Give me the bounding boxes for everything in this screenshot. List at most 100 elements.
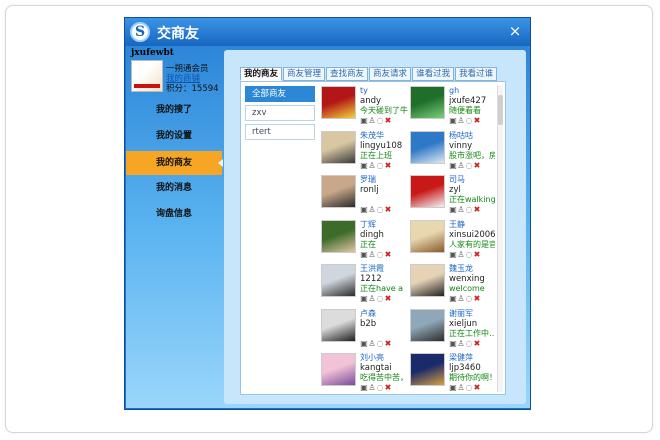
friend-display-name[interactable]: 罗瑞 — [360, 175, 410, 185]
chat-icon[interactable]: ◌ — [465, 383, 473, 391]
lock-icon[interactable]: ♙ — [457, 116, 465, 126]
lock-icon[interactable]: ♙ — [457, 383, 465, 391]
delete-icon[interactable]: ✖ — [473, 116, 481, 126]
save-icon[interactable]: ▣ — [449, 250, 457, 260]
delete-icon[interactable]: ✖ — [473, 250, 481, 260]
delete-icon[interactable]: ✖ — [384, 205, 392, 215]
friend-card[interactable]: 魏玉龙 wenxing welcome ▣♙◌✖ — [410, 264, 495, 309]
chat-icon[interactable]: ◌ — [465, 250, 473, 260]
delete-icon[interactable]: ✖ — [473, 205, 481, 215]
friend-photo[interactable] — [321, 219, 356, 253]
friend-display-name[interactable]: 王静 — [449, 220, 495, 230]
nav-item-my-search[interactable]: 我的搜了 — [126, 98, 222, 122]
tab-friend-management[interactable]: 商友管理 — [283, 67, 326, 81]
save-icon[interactable]: ▣ — [449, 161, 457, 171]
friend-card[interactable]: 谢丽军 xieljun 正在工作中… ▣♙◌✖ — [410, 308, 495, 354]
friend-display-name[interactable]: gh — [449, 86, 495, 96]
delete-icon[interactable]: ✖ — [473, 339, 481, 349]
friend-display-name[interactable]: ty — [360, 86, 410, 96]
nav-item-my-messages[interactable]: 我的消息 — [126, 176, 222, 200]
delete-icon[interactable]: ✖ — [384, 294, 392, 304]
save-icon[interactable]: ▣ — [360, 339, 368, 349]
friend-display-name[interactable]: 杨咕咕 — [449, 131, 495, 141]
tab-find-friends[interactable]: 查找商友 — [326, 67, 369, 81]
friend-photo[interactable] — [321, 353, 356, 386]
tab-my-friends[interactable]: 我的商友 — [240, 67, 283, 81]
lock-icon[interactable]: ♙ — [457, 161, 465, 171]
chat-icon[interactable]: ◌ — [376, 116, 384, 126]
friend-card[interactable]: 刘小亮 kangtai 吃得苦中苦， ▣♙◌✖ — [321, 353, 409, 391]
friend-card[interactable]: gh jxufe427 随便看看 ▣♙◌✖ — [410, 86, 495, 131]
friend-display-name[interactable]: 刘小亮 — [360, 353, 410, 363]
friend-display-name[interactable]: 梁健萍 — [449, 353, 495, 363]
tab-who-i-viewed[interactable]: 我看过谁 — [455, 67, 498, 81]
friend-photo[interactable] — [410, 264, 445, 297]
lock-icon[interactable]: ♙ — [457, 294, 465, 304]
nav-item-my-friends[interactable]: 我的商友 — [126, 151, 223, 175]
chat-icon[interactable]: ◌ — [465, 339, 473, 349]
lock-icon[interactable]: ♙ — [368, 383, 376, 391]
chat-icon[interactable]: ◌ — [376, 205, 384, 215]
chat-icon[interactable]: ◌ — [376, 250, 384, 260]
save-icon[interactable]: ▣ — [360, 250, 368, 260]
friend-card[interactable]: 朱茂华 lingyu108 正在上班 ▣♙◌✖ — [321, 130, 410, 176]
friend-card[interactable]: 罗瑞 ronlj ▣♙◌✖ — [321, 175, 409, 220]
friend-photo[interactable] — [410, 86, 445, 119]
group-item-all[interactable]: 全部商友 — [245, 86, 315, 102]
save-icon[interactable]: ▣ — [360, 116, 368, 126]
lock-icon[interactable]: ♙ — [368, 205, 376, 215]
group-item-zxv[interactable]: zxv — [245, 105, 315, 121]
friend-display-name[interactable]: 司马 — [449, 175, 495, 185]
lock-icon[interactable]: ♙ — [368, 250, 376, 260]
friend-display-name[interactable]: 卢森 — [360, 309, 410, 319]
chat-icon[interactable]: ◌ — [465, 116, 473, 126]
friend-card[interactable]: 王洪霞 1212 正在have a ▣♙◌✖ — [321, 264, 409, 309]
delete-icon[interactable]: ✖ — [473, 161, 481, 171]
friend-card[interactable]: 杨咕咕 vinny 股市涨吧，房 ▣♙◌✖ — [410, 130, 495, 176]
save-icon[interactable]: ▣ — [449, 116, 457, 126]
friend-display-name[interactable]: 丁辉 — [360, 220, 410, 230]
save-icon[interactable]: ▣ — [449, 205, 457, 215]
friend-photo[interactable] — [321, 86, 356, 119]
save-icon[interactable]: ▣ — [360, 383, 368, 391]
friend-card[interactable]: ty andy 今天碰到了牛 ▣♙◌✖ — [321, 86, 409, 131]
chat-icon[interactable]: ◌ — [465, 161, 473, 171]
delete-icon[interactable]: ✖ — [473, 294, 481, 304]
friend-photo[interactable] — [410, 219, 445, 253]
friend-photo[interactable] — [410, 130, 445, 164]
delete-icon[interactable]: ✖ — [384, 383, 392, 391]
lock-icon[interactable]: ♙ — [368, 339, 376, 349]
chat-icon[interactable]: ◌ — [376, 161, 384, 171]
chat-icon[interactable]: ◌ — [376, 339, 384, 349]
friend-photo[interactable] — [321, 308, 356, 342]
chat-icon[interactable]: ◌ — [376, 383, 384, 391]
friend-display-name[interactable]: 朱茂华 — [360, 131, 410, 141]
delete-icon[interactable]: ✖ — [384, 250, 392, 260]
lock-icon[interactable]: ♙ — [368, 116, 376, 126]
delete-icon[interactable]: ✖ — [384, 339, 392, 349]
delete-icon[interactable]: ✖ — [384, 116, 392, 126]
nav-item-my-settings[interactable]: 我的设置 — [126, 124, 222, 148]
lock-icon[interactable]: ♙ — [368, 294, 376, 304]
save-icon[interactable]: ▣ — [449, 339, 457, 349]
chat-icon[interactable]: ◌ — [376, 294, 384, 304]
chat-icon[interactable]: ◌ — [465, 205, 473, 215]
save-icon[interactable]: ▣ — [449, 294, 457, 304]
chat-icon[interactable]: ◌ — [465, 294, 473, 304]
delete-icon[interactable]: ✖ — [473, 383, 481, 391]
friend-photo[interactable] — [410, 308, 445, 342]
friend-display-name[interactable]: 谢丽军 — [449, 309, 495, 319]
close-icon[interactable]: × — [506, 22, 524, 40]
friend-photo[interactable] — [410, 175, 445, 208]
lock-icon[interactable]: ♙ — [457, 250, 465, 260]
friend-card[interactable]: 王静 xinsui2006 人家有的是官 ▣♙◌✖ — [410, 219, 495, 265]
friend-display-name[interactable]: 魏玉龙 — [449, 264, 495, 274]
tab-who-viewed-me[interactable]: 谁看过我 — [412, 67, 455, 81]
lock-icon[interactable]: ♙ — [368, 161, 376, 171]
save-icon[interactable]: ▣ — [449, 383, 457, 391]
save-icon[interactable]: ▣ — [360, 205, 368, 215]
friend-photo[interactable] — [321, 175, 356, 208]
friend-display-name[interactable]: 王洪霞 — [360, 264, 410, 274]
scrollbar[interactable] — [497, 85, 503, 392]
save-icon[interactable]: ▣ — [360, 294, 368, 304]
